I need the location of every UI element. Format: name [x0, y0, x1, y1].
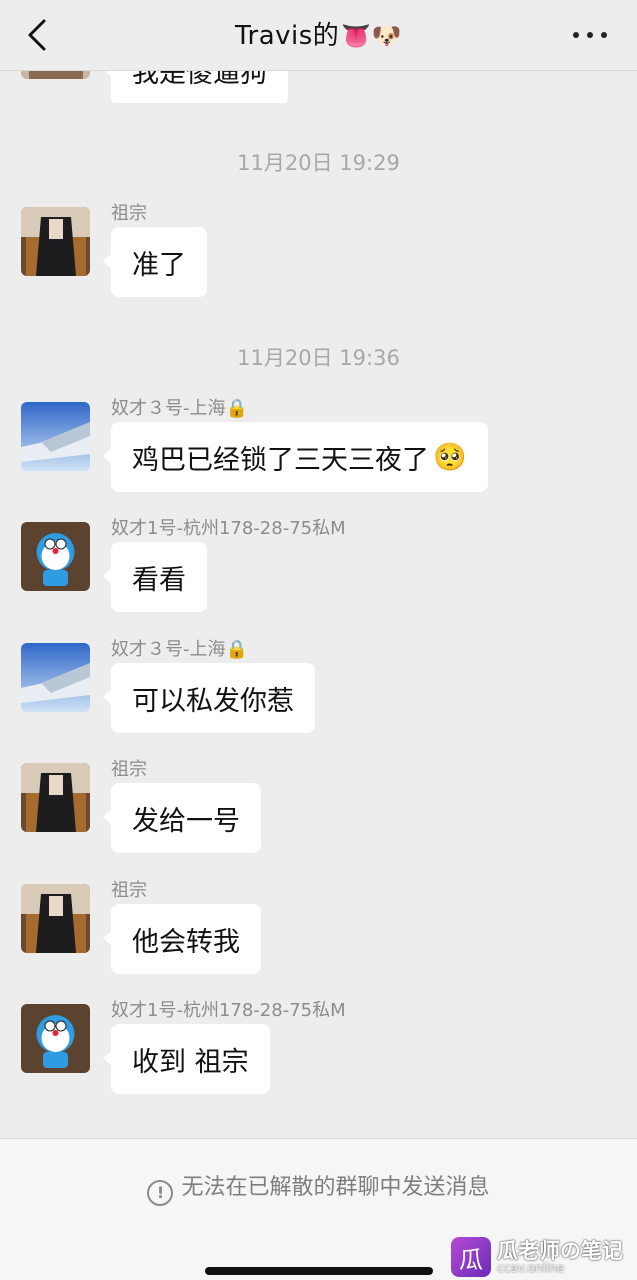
message-bubble[interactable]: 准了: [103, 227, 207, 297]
sender-name: 奴才３号-上海🔒: [111, 398, 248, 419]
more-dots-icon: [573, 32, 579, 38]
message-bubble[interactable]: 收到 祖宗: [103, 1024, 270, 1094]
avatar-zuzong[interactable]: [21, 763, 90, 832]
disbanded-notice: ! 无法在已解散的群聊中发送消息: [0, 1169, 637, 1206]
timestamp: 11月20日 19:36: [237, 346, 400, 370]
avatar-slave-3[interactable]: [21, 643, 90, 712]
chat-title-text: Travis的: [234, 21, 340, 51]
chat-title-emoji: 👅🐶: [341, 22, 403, 50]
sender-name: 祖宗: [111, 759, 147, 780]
watermark-title: 瓜老师の笔记: [497, 1238, 623, 1263]
watermark-text: 瓜老师の笔记 ccav.online: [497, 1238, 623, 1275]
more-dots-icon: [601, 32, 607, 38]
sender-name: 奴才1号-杭州178-28-75私M: [111, 1000, 346, 1021]
avatar-slave-1[interactable]: [21, 522, 90, 591]
chat-title: Travis的👅🐶: [0, 15, 637, 52]
pleading-face-emoji: 🥺: [433, 442, 467, 473]
message-text: 鸡巴已经锁了三天三夜了: [132, 444, 429, 476]
notice-text: 无法在已解散的群聊中发送消息: [181, 1175, 490, 1200]
watermark-sub: ccav.online: [497, 1260, 565, 1275]
chat-footer: ! 无法在已解散的群聊中发送消息 瓜 瓜老师の笔记 ccav.online: [0, 1138, 637, 1280]
message-text: 收到 祖宗: [132, 1046, 249, 1078]
message-bubble[interactable]: 鸡巴已经锁了三天三夜了 🥺: [103, 422, 488, 492]
message-text: 他会转我: [132, 926, 240, 958]
chat-screen: 我是傻逼狗 Travis的👅🐶 11月20日 19:29 祖宗 准了 11月20…: [0, 0, 637, 1280]
chat-header: Travis的👅🐶: [0, 0, 637, 71]
message-bubble[interactable]: 他会转我: [103, 904, 261, 974]
more-button[interactable]: [573, 30, 607, 40]
message-bubble[interactable]: 可以私发你惹: [103, 663, 315, 733]
sender-name: 奴才1号-杭州178-28-75私M: [111, 518, 346, 539]
timestamp: 11月20日 19:29: [237, 151, 400, 175]
more-dots-icon: [587, 32, 593, 38]
message-bubble[interactable]: 看看: [103, 542, 207, 612]
sender-name: 奴才３号-上海🔒: [111, 639, 248, 660]
avatar-slave-3[interactable]: [21, 402, 90, 471]
message-text: 可以私发你惹: [132, 685, 294, 717]
message-text: 准了: [132, 249, 186, 281]
sender-name: 祖宗: [111, 203, 147, 224]
sender-name: 祖宗: [111, 880, 147, 901]
avatar-zuzong[interactable]: [21, 884, 90, 953]
watermark-logo: 瓜: [451, 1237, 491, 1277]
watermark: 瓜 瓜老师の笔记 ccav.online: [451, 1235, 623, 1279]
avatar-zuzong[interactable]: [21, 207, 90, 276]
message-text: 看看: [132, 564, 186, 596]
avatar-slave-1[interactable]: [21, 1004, 90, 1073]
info-circle-icon: !: [147, 1180, 174, 1206]
message-bubble[interactable]: 发给一号: [103, 783, 261, 853]
message-text: 发给一号: [132, 805, 240, 837]
home-indicator[interactable]: [205, 1267, 433, 1275]
